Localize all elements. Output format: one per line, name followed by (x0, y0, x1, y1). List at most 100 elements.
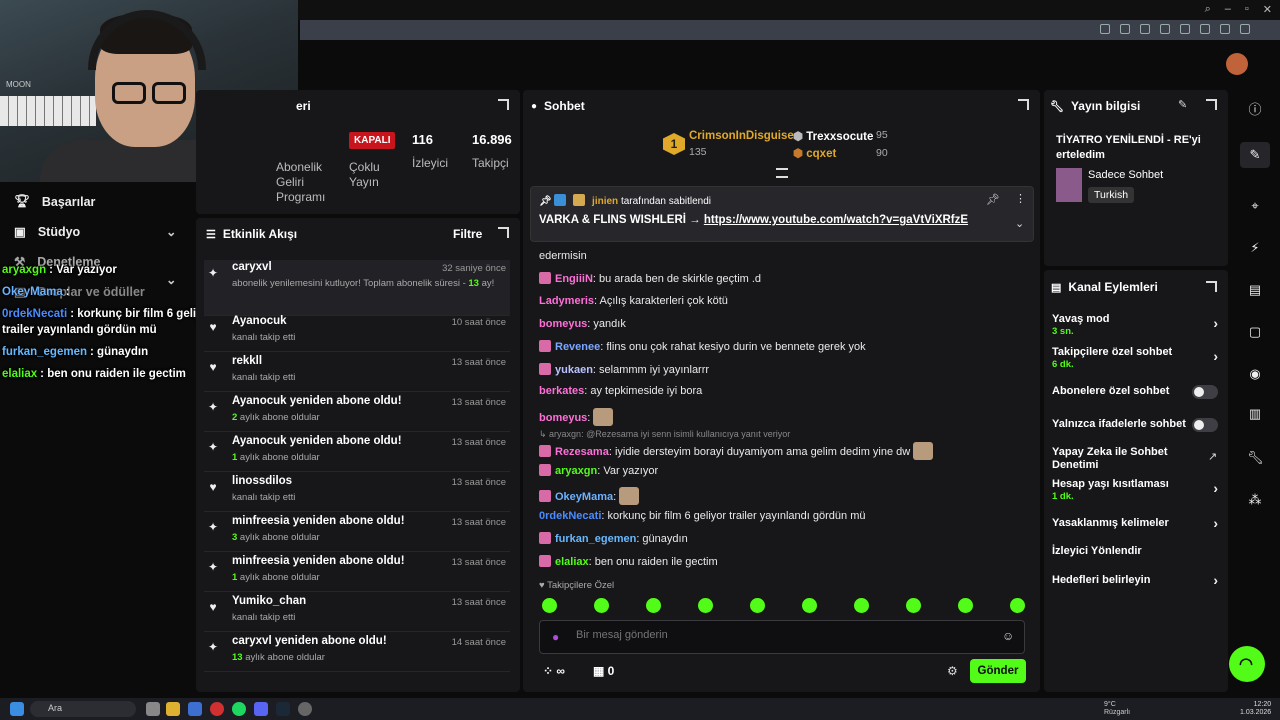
emote-icon[interactable] (750, 598, 765, 613)
info-icon[interactable]: ⓘ (1247, 102, 1263, 118)
extensions-icon[interactable] (1180, 24, 1190, 34)
emoji-icon[interactable]: ☺ (1002, 629, 1014, 643)
edit-icon[interactable]: ✎ (1240, 142, 1270, 168)
sidebar-icon[interactable] (1200, 24, 1210, 34)
unpin-icon[interactable]: 📌︎ (986, 193, 1000, 206)
obs-icon[interactable] (298, 702, 312, 716)
emote-icon[interactable] (594, 598, 609, 613)
app-icon[interactable] (188, 702, 202, 716)
chat-username[interactable]: 0rdekNecati (539, 510, 601, 522)
profile-icon[interactable] (1220, 24, 1230, 34)
emote-icon[interactable] (906, 598, 921, 613)
taskview-icon[interactable] (146, 702, 160, 716)
lightning-icon[interactable]: ⚡︎ (1247, 240, 1263, 256)
share-icon[interactable] (1140, 24, 1150, 34)
category-name[interactable]: Sadece Sohbet (1088, 169, 1163, 181)
activity-item[interactable]: ♥ rekkll kanalı takip etti 13 saat önce (204, 354, 510, 392)
activity-item[interactable]: ✦ Ayanocuk yeniden abone oldu! 2 aylık abo… (204, 394, 510, 432)
chat-username[interactable]: berkates (539, 385, 584, 397)
emote-icon[interactable] (854, 598, 869, 613)
chevron-down-icon[interactable]: ⌄ (1015, 217, 1024, 230)
microphone-icon[interactable]: ● (552, 630, 559, 644)
document-icon[interactable]: ▤ (1247, 282, 1263, 298)
points-icon[interactable]: ⁘ ∞ (543, 664, 565, 678)
emote-icon[interactable] (1010, 598, 1025, 613)
wrench-icon[interactable]: 🔧︎ (1247, 450, 1264, 466)
zoom-icon[interactable] (1100, 24, 1110, 34)
pinned-link[interactable]: https://www.youtube.com/watch?v=gaVtViXR… (704, 214, 968, 226)
chat-username[interactable]: Rezesama (555, 446, 609, 458)
bookmark-icon[interactable] (1160, 24, 1170, 34)
broadcast-icon[interactable]: ◉ (1247, 366, 1263, 382)
chat-username[interactable]: furkan_egemen (555, 533, 636, 545)
weather-widget[interactable]: 9°C Rüzgarlı (1104, 701, 1130, 717)
chat-username[interactable]: EngiiiN (555, 273, 593, 285)
chat-username[interactable]: bomeyus (539, 318, 587, 330)
send-button[interactable]: Gönder (970, 659, 1026, 683)
chat-username[interactable]: Ladymeris (539, 295, 594, 307)
target-icon[interactable]: ⌖ (1247, 198, 1263, 214)
start-icon[interactable] (10, 702, 24, 716)
activity-item[interactable]: ✦ minfreesia yeniden abone oldu! 1 aylık a… (204, 554, 510, 592)
emote-icon[interactable] (646, 598, 661, 613)
ai-moderation-setting[interactable]: Yapay Zeka ile Sohbet Denetimi (1052, 446, 1192, 472)
emote-bar[interactable] (542, 598, 1025, 616)
edit-icon[interactable]: ✎ (1178, 98, 1187, 111)
support-headset-button[interactable]: ◠ (1229, 646, 1265, 682)
chat-input-box[interactable]: ● ☺ (539, 620, 1025, 654)
activity-item[interactable]: ✦ minfreesia yeniden abone oldu! 3 aylık a… (204, 514, 510, 552)
activity-item[interactable]: ♥ linossdilos kanalı takip etti 13 saat önc… (204, 474, 510, 512)
slow-mode-setting[interactable]: Yavaş mod 3 sn. › (1052, 313, 1218, 337)
search-icon[interactable]: ⌕ (1205, 3, 1211, 16)
emote-icon[interactable] (802, 598, 817, 613)
chat-icon[interactable]: ▢ (1247, 324, 1263, 340)
top-gifter-name[interactable]: CrimsonInDisguise (689, 130, 794, 142)
collapse-handle-icon[interactable] (776, 168, 788, 178)
banned-words-setting[interactable]: Yasaklanmış kelimeler › (1052, 515, 1218, 531)
subscriber-chat-toggle[interactable] (1192, 385, 1218, 399)
chat-username[interactable]: yukaen (555, 364, 593, 376)
chat-username[interactable]: OkeyMama (555, 491, 613, 503)
minimize-icon[interactable]: – (1225, 3, 1231, 16)
activity-item[interactable]: ✦ caryxvl abonelik yenilemesini kutluyor! … (204, 260, 510, 316)
user-avatar[interactable] (1226, 53, 1248, 75)
taskbar-search[interactable]: Ara (30, 701, 136, 717)
restore-icon[interactable]: ▫ (1245, 3, 1249, 16)
clock[interactable]: 12:20 1.03.2026 (1240, 701, 1271, 717)
more-options-icon[interactable]: ⋮ (1015, 192, 1026, 205)
chat-input[interactable] (576, 629, 976, 641)
account-age-setting[interactable]: Hesap yaşı kısıtlaması 1 dk. › (1052, 478, 1218, 502)
filter-button[interactable]: Filtre (453, 227, 482, 241)
store-button[interactable]: ▦ 0 (593, 664, 614, 678)
set-goals-setting[interactable]: Hedefleri belirleyin › (1052, 572, 1218, 588)
third-gifter[interactable]: ⬢ cqxet (793, 146, 836, 160)
opera-icon[interactable] (210, 702, 224, 716)
popout-icon[interactable] (498, 99, 509, 110)
gear-icon[interactable]: ⚙ (947, 664, 958, 678)
settings-icon[interactable] (1240, 24, 1250, 34)
popout-icon[interactable] (1206, 281, 1217, 292)
popout-icon[interactable] (1206, 99, 1217, 110)
activity-item[interactable]: ✦ caryxvl yeniden abone oldu! 13 aylık abo… (204, 634, 510, 672)
popout-icon[interactable] (498, 227, 509, 238)
layout-icon[interactable]: ▥ (1247, 406, 1263, 422)
follower-chat-setting[interactable]: Takipçilere özel sohbet 6 dk. › (1052, 346, 1218, 370)
steam-icon[interactable] (276, 702, 290, 716)
emote-icon[interactable] (542, 598, 557, 613)
redirect-viewers-setting[interactable]: İzleyici Yönlendir (1052, 545, 1218, 558)
close-icon[interactable]: ✕ (1263, 3, 1272, 16)
emote-icon[interactable] (958, 598, 973, 613)
activity-item[interactable]: ♥ Ayanocuk kanalı takip etti 10 saat önce (204, 314, 510, 352)
emote-icon[interactable] (698, 598, 713, 613)
nav-achievements[interactable]: 🏆︎ Başarılar (14, 194, 95, 209)
chat-username[interactable]: elaliax (555, 556, 589, 568)
nav-studio[interactable]: ▣ Stüdyo ⌄ (14, 224, 194, 240)
chat-username[interactable]: aryaxgn (555, 465, 597, 477)
popout-icon[interactable] (1018, 99, 1029, 110)
chat-username[interactable]: Revenee (555, 341, 600, 353)
discord-icon[interactable] (254, 702, 268, 716)
external-link-icon[interactable]: ↗ (1208, 450, 1217, 463)
emote-chat-toggle[interactable] (1192, 418, 1218, 432)
activity-item[interactable]: ✦ Ayanocuk yeniden abone oldu! 1 aylık abo… (204, 434, 510, 472)
folder-icon[interactable] (166, 702, 180, 716)
